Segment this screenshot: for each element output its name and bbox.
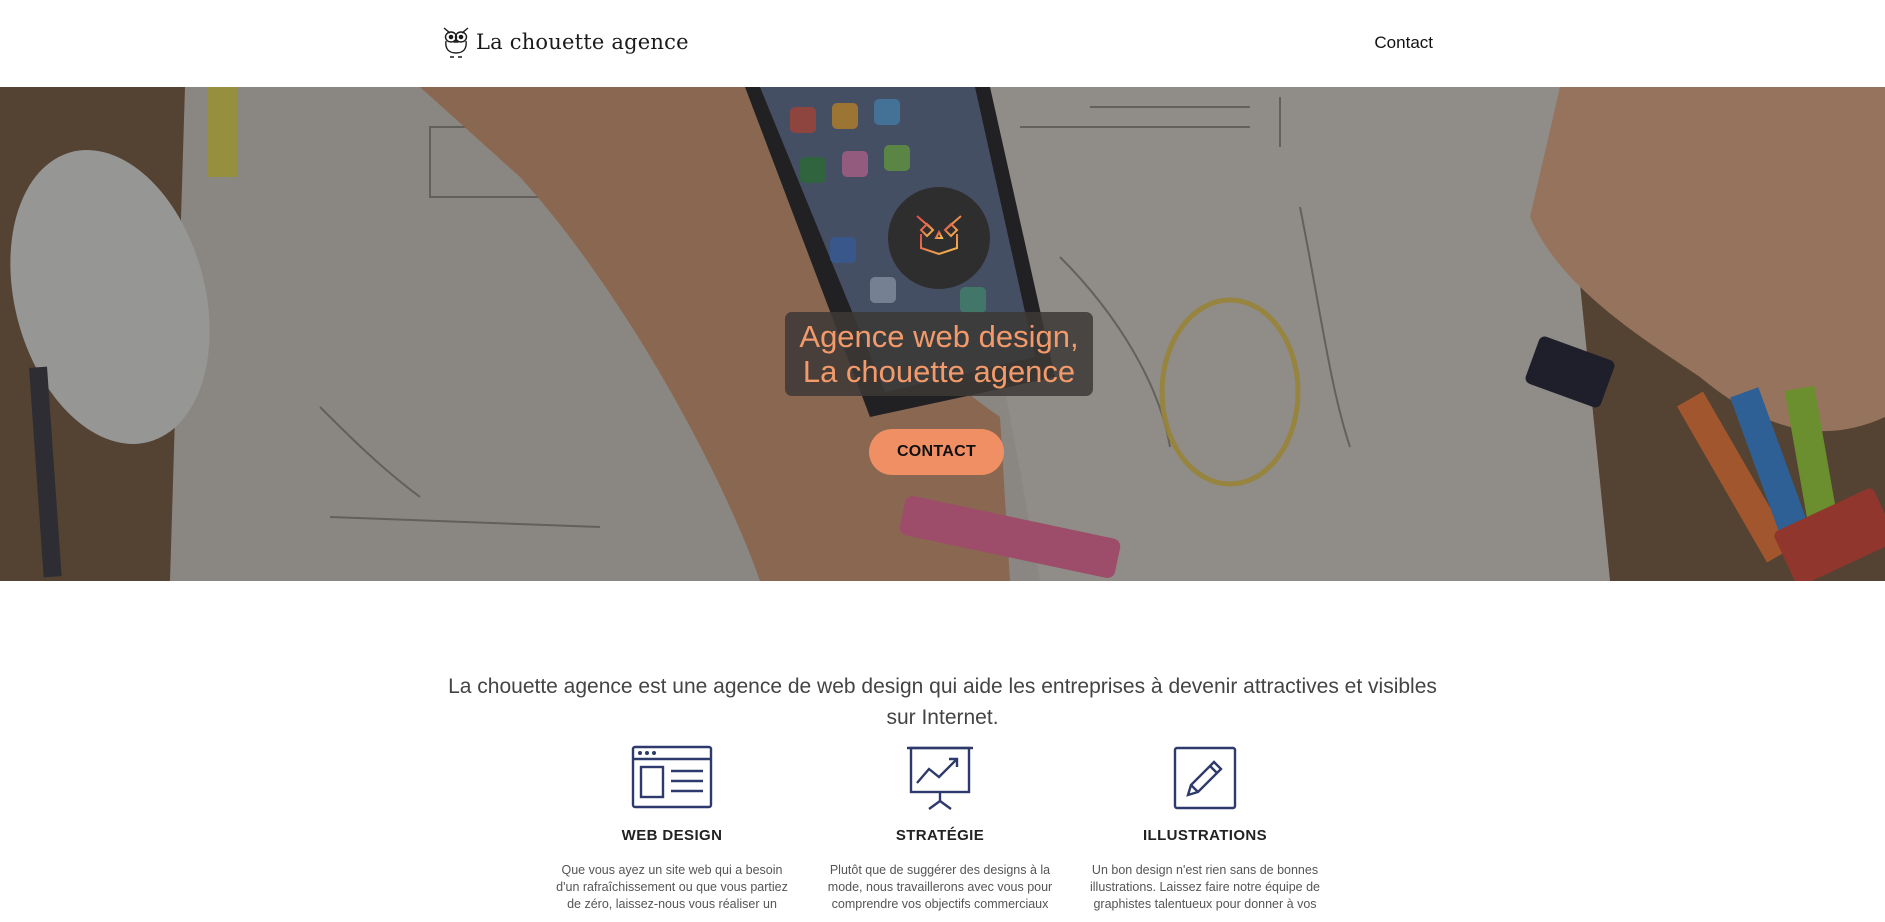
nav-contact-link[interactable]: Contact <box>1374 33 1433 53</box>
logo-link[interactable]: La chouette agence <box>440 24 689 60</box>
service-web-design: WEB DESIGN Que vous ayez un site web qui… <box>552 745 792 913</box>
service-illustrations: ILLUSTRATIONS Un bon design n'est rien s… <box>1085 745 1325 913</box>
owl-logo-icon <box>443 27 469 58</box>
presentation-chart-icon <box>907 746 973 810</box>
logo-text: La chouette agence <box>476 30 689 54</box>
intro-text: La chouette agence est une agence de web… <box>448 675 1437 729</box>
service-title-web-design: WEB DESIGN <box>621 827 723 844</box>
pencil-edit-icon <box>1173 746 1237 810</box>
hero-contact-button[interactable]: CONTACT <box>869 429 1004 475</box>
service-text-illustrations: Un bon design n'est rien sans de bonnes … <box>1090 863 1320 911</box>
hero-title-line-2: La chouette agence <box>802 354 1076 389</box>
owl-emblem-icon <box>916 215 962 263</box>
browser-window-icon <box>631 745 713 809</box>
hero-title: Agence web design, La chouette agence <box>785 312 1093 396</box>
hero-section: Agence web design, La chouette agence CO… <box>0 87 1885 581</box>
hero-owl-emblem <box>888 187 990 289</box>
service-title-strategie: STRATÉGIE <box>895 827 985 844</box>
hero-title-line-1: Agence web design, <box>799 319 1079 354</box>
service-strategie: STRATÉGIE Plutôt que de suggérer des des… <box>820 745 1060 913</box>
service-text-web-design: Que vous ayez un site web qui a besoin d… <box>556 863 788 911</box>
service-text-strategie: Plutôt que de suggérer des designs à la … <box>827 863 1053 911</box>
site-header: La chouette agence Contact <box>0 0 1885 87</box>
service-title-illustrations: ILLUSTRATIONS <box>1142 827 1268 844</box>
